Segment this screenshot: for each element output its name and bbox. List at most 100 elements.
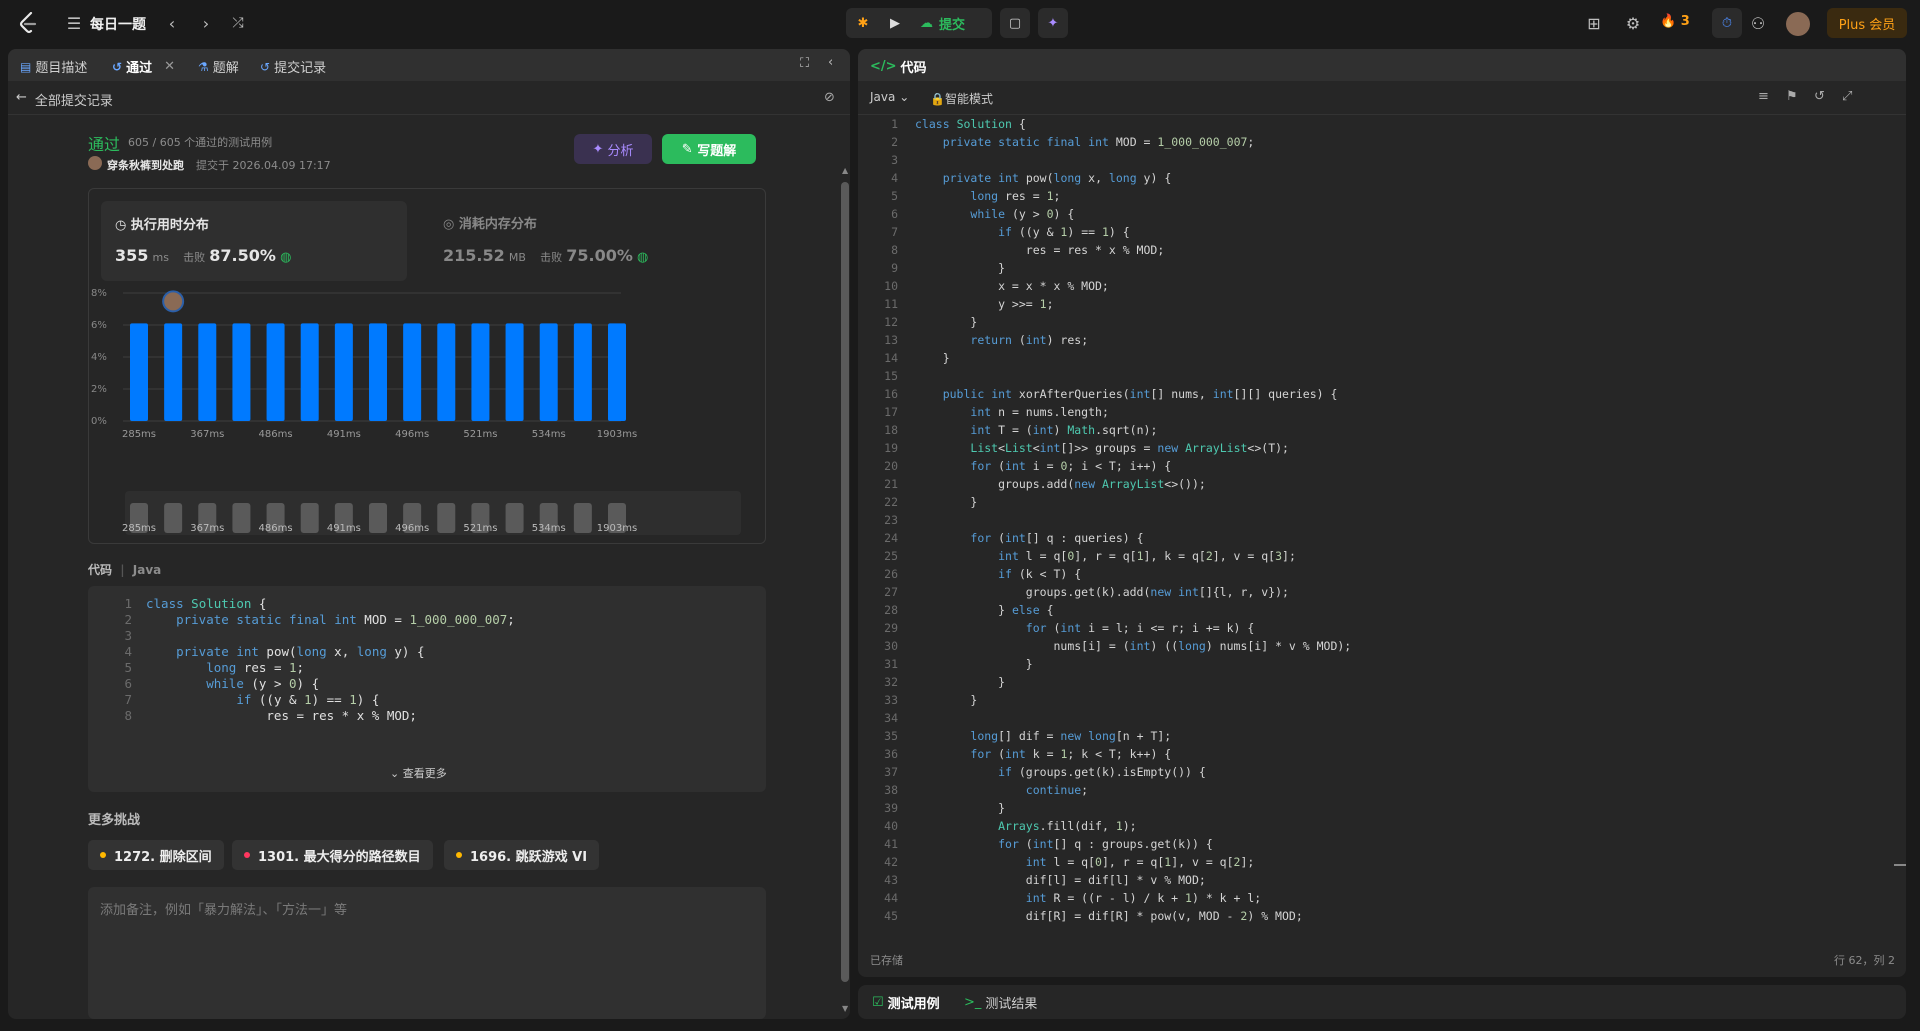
line-number: 4 [124,644,132,659]
smart-mode-toggle[interactable]: 🔒智能模式 [930,90,993,107]
analyze-button[interactable]: ✦ 分析 [574,134,652,164]
avatar[interactable] [1786,12,1810,36]
reset-icon[interactable]: ↺ [1814,89,1825,104]
line-text: continue; [1025,783,1089,797]
collapse-icon[interactable]: ‹ [828,55,833,70]
editor-line: 14 } [858,351,1906,369]
line-number: 16 [884,387,898,401]
tab-solutions[interactable]: ⚗ 题解 [198,57,239,77]
line-number: 19 [884,441,898,455]
user-avatar[interactable] [88,156,102,170]
gear-icon[interactable]: ⚙ [1621,11,1645,35]
share-link-icon[interactable]: ⊘ [824,90,835,105]
runtime-card[interactable]: ◷ 执行用时分布 355 ms 击败 87.50% ◍ [101,201,407,281]
line-number: 9 [891,261,898,275]
line-text: y >>= 1; [915,297,1054,311]
line-text: res = res * x % MOD; [915,243,1165,257]
minimap-bar [369,503,387,533]
submission-panel: ▤ 题目描述 ↺ 通过 ✕ ⚗ 题解 ↺ 提交记录 ⛶ ‹ ← 全部提交记录 ⊘ 通过 6… [8,49,850,1019]
debug-icon[interactable]: ✱ [846,16,880,31]
username[interactable]: 穿条秋裤到处跑 [107,157,184,173]
challenge-chip[interactable]: 1696. 跳跃游戏 VI [444,840,600,870]
line-text: nums[i] = (int) ((long) nums[i] * v % MO… [915,639,1352,653]
runtime-value: 355 [115,246,149,265]
shuffle-icon[interactable]: ⤮ [226,11,250,35]
bar [505,323,524,421]
difficulty-dot [244,852,250,858]
timer-button[interactable]: ⏱ [1712,8,1742,38]
editor-line: 20 for (int i = 0; i < T; i++) { [858,459,1906,477]
more-challenges-title: 更多挑战 [88,813,141,828]
line-text: int R = ((r - l) / k + 1) * k + l; [1025,891,1262,905]
line-number: 11 [884,297,898,311]
scroll-down-icon[interactable]: ▼ [842,1004,848,1013]
line-text: while (y > 0) { [970,207,1075,221]
close-tab-icon[interactable]: ✕ [164,59,175,74]
streak-counter[interactable]: 🔥 3 [1660,14,1690,29]
editor-line: 43 dif[l] = dif[l] * v % MOD; [858,873,1906,891]
line-number: 1 [891,117,898,131]
line-number: 26 [884,567,898,581]
scrollbar[interactable] [841,182,849,982]
line-text: while (y > 0) { [206,676,320,691]
line-text: } [915,495,978,509]
memory-title[interactable]: ◎ 消耗内存分布 [443,213,537,232]
line-text: } [915,657,1033,671]
tab-submissions[interactable]: ↺ 提交记录 [260,57,326,77]
see-more-link[interactable]: ⌄ 查看更多 [390,765,447,781]
format-icon[interactable]: ≡ [1758,89,1769,104]
code-editor-panel: </> 代码 Java ⌄ 🔒智能模式 ≡ ⚑ ↺ ⤢ 1 class Soluti… [858,49,1906,977]
write-solution-button[interactable]: ✎ 写题解 [662,134,756,164]
note-input[interactable]: 添加备注，例如「暴力解法」、「方法一」等 [88,887,766,1019]
layout-icon[interactable]: ⊞ [1582,11,1606,35]
line-text: private int pow(long x, long y) { [176,644,425,659]
history-icon: ↺ [112,59,123,74]
editor-line: 38 continue; [858,783,1906,801]
overview-tick-label: 1903ms [597,523,637,534]
list-icon[interactable]: ☰ [62,11,86,35]
line-number: 7 [124,692,132,707]
user-position-marker [162,290,185,313]
prev-problem-icon[interactable]: ‹ [160,11,184,35]
expand-icon[interactable]: ⤢ [1842,89,1852,104]
tab-description[interactable]: ▤ 题目描述 [20,57,87,77]
line-text: long[] dif = new long[n + T]; [970,729,1172,743]
line-number: 29 [884,621,898,635]
language-select[interactable]: Java ⌄ [870,90,909,104]
line-number: 40 [884,819,898,833]
bookmark-icon[interactable]: ⚑ [1786,89,1798,104]
run-button[interactable]: ▶ [880,16,910,31]
challenge-chip[interactable]: 1272. 删除区间 [88,840,224,870]
editor-line: 7 if ((y & 1) == 1) { [858,225,1906,243]
left-tabs: ▤ 题目描述 ↺ 通过 ✕ ⚗ 题解 ↺ 提交记录 ⛶ ‹ [8,49,850,81]
line-text: dif[l] = dif[l] * v % MOD; [915,873,1206,887]
fire-icon: 🔥 [1660,14,1677,29]
x-tick-label: 491ms [327,429,361,440]
line-text: if ((y & 1) == 1) { [998,225,1130,239]
scroll-up-icon[interactable]: ▲ [842,166,848,175]
add-friend-icon[interactable]: ⚇ [1746,11,1770,35]
line-text: if (groups.get(k).isEmpty()) { [998,765,1206,779]
chevron-down-icon: ⌄ [390,767,403,780]
code-editor[interactable]: 1 class Solution {2 private static final … [858,115,1906,935]
plus-member-button[interactable]: Plus 会员 [1827,8,1907,38]
code-preview[interactable]: 1 class Solution {2 private static final … [88,586,766,792]
back-to-submissions[interactable]: ← 全部提交记录 [16,90,113,109]
line-text: } [915,261,1006,275]
fullscreen-icon[interactable]: ⛶ [800,56,809,71]
page-title[interactable]: 每日一题 [90,14,146,34]
tab-testcase[interactable]: ☑ 测试用例 [872,993,940,1012]
leetcode-logo-icon[interactable] [16,11,40,35]
challenge-chip[interactable]: 1301. 最大得分的路径数目 [232,840,433,870]
distribution-card: ◷ 执行用时分布 355 ms 击败 87.50% ◍ ◎ 消耗内存分布 215… [88,188,766,544]
tab-test-result[interactable]: >_ 测试结果 [964,993,1037,1012]
next-problem-icon[interactable]: › [194,11,218,35]
ai-button[interactable]: ✦ [1038,8,1068,38]
tab-code[interactable]: </> 代码 [870,57,927,76]
overview-tick-label: 496ms [395,523,429,534]
line-text: long res = 1; [970,189,1061,203]
note-button[interactable]: ▢ [1000,8,1030,38]
tab-accepted[interactable]: ↺ 通过 ✕ [112,57,175,76]
editor-line: 21 groups.add(new ArrayList<>()); [858,477,1906,495]
submit-button[interactable]: ☁ 提交 [910,14,965,33]
